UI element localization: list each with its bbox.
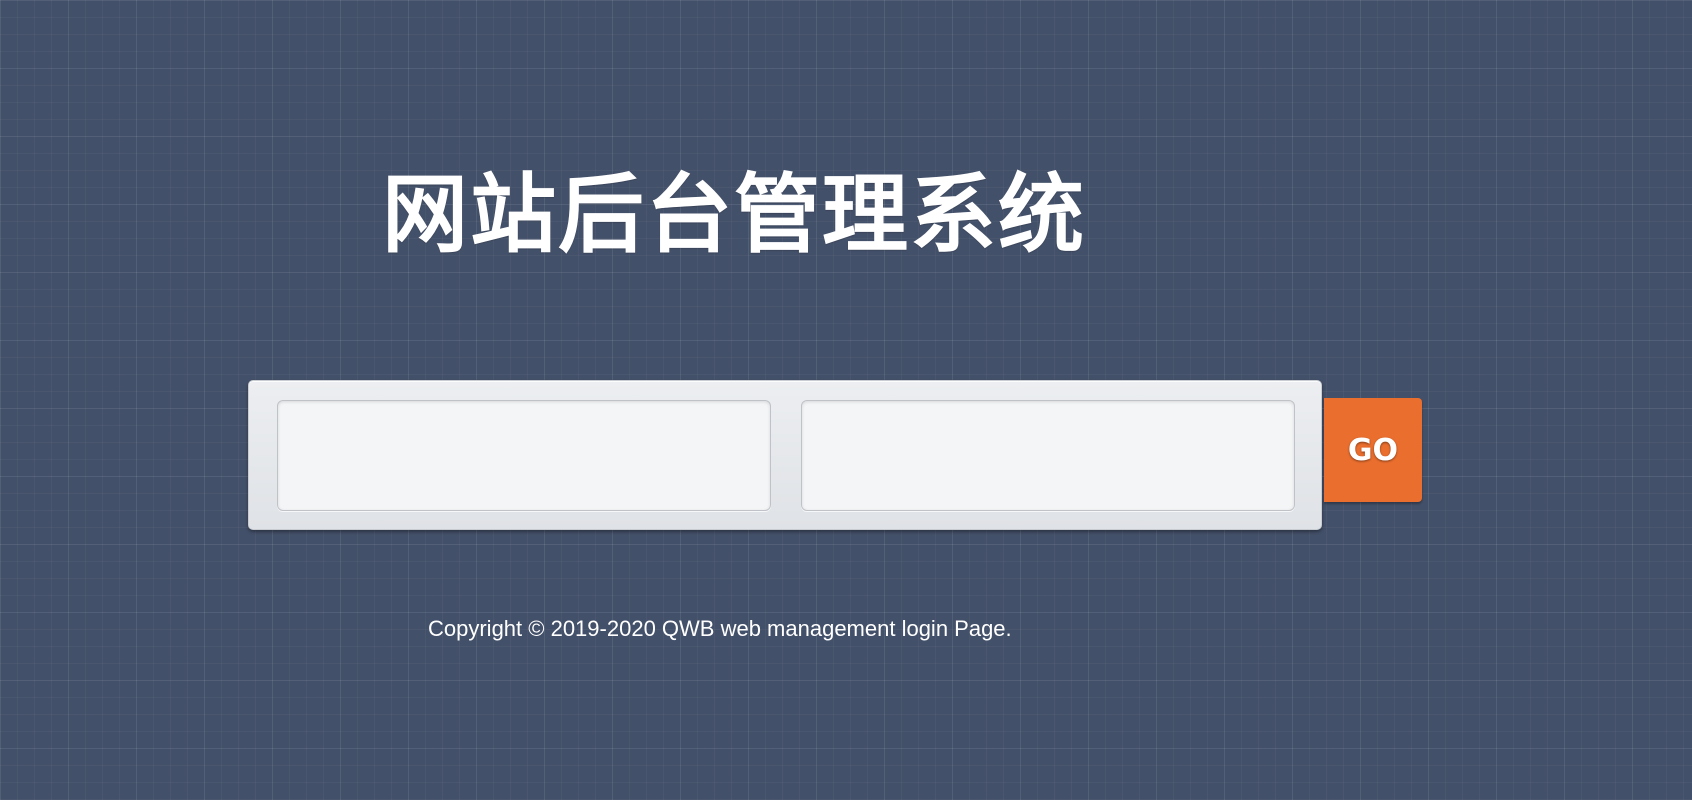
password-input[interactable] xyxy=(801,400,1295,511)
go-button[interactable]: GO xyxy=(1324,398,1422,502)
copyright-text: Copyright © 2019-2020 QWB web management… xyxy=(428,616,1012,641)
page-title: 网站后台管理系统 xyxy=(382,165,1086,265)
username-input[interactable] xyxy=(277,400,771,511)
login-form xyxy=(248,380,1322,530)
